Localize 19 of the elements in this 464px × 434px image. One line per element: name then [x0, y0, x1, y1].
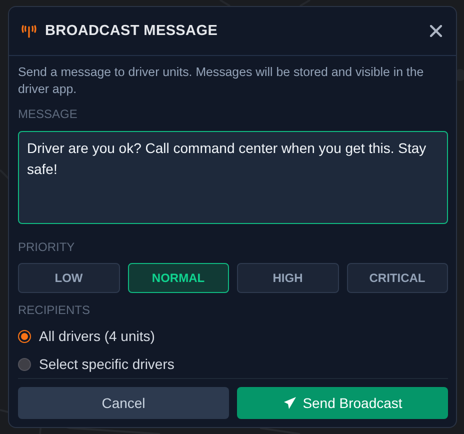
- send-icon: [282, 396, 297, 410]
- message-field[interactable]: Driver are you ok? Call command center when you get this. Stay safe!: [18, 131, 448, 224]
- priority-button[interactable]: NORMAL: [128, 263, 229, 293]
- radio-button[interactable]: [18, 330, 31, 342]
- radio-label[interactable]: All drivers (4 units): [39, 328, 155, 344]
- dialog-title: BROADCAST MESSAGE: [45, 23, 219, 39]
- radio-button[interactable]: [18, 358, 31, 370]
- close-button[interactable]: [428, 23, 444, 39]
- priority-label: PRIORITY: [18, 240, 76, 254]
- priority-button[interactable]: CRITICAL: [346, 263, 448, 293]
- antenna-icon: [21, 24, 37, 38]
- message-label: MESSAGE: [18, 107, 78, 121]
- recipients-label: RECIPIENTS: [18, 303, 92, 317]
- priority-button[interactable]: LOW: [18, 263, 120, 293]
- radio-label[interactable]: Select specific drivers: [39, 356, 174, 372]
- send-button[interactable]: Send Broadcast: [237, 387, 448, 419]
- cancel-button[interactable]: Cancel: [18, 387, 229, 419]
- dialog-description: Send a message to driver units. Messages will be stored and visible in the driver app.: [18, 64, 425, 98]
- priority-button[interactable]: HIGH: [237, 263, 338, 293]
